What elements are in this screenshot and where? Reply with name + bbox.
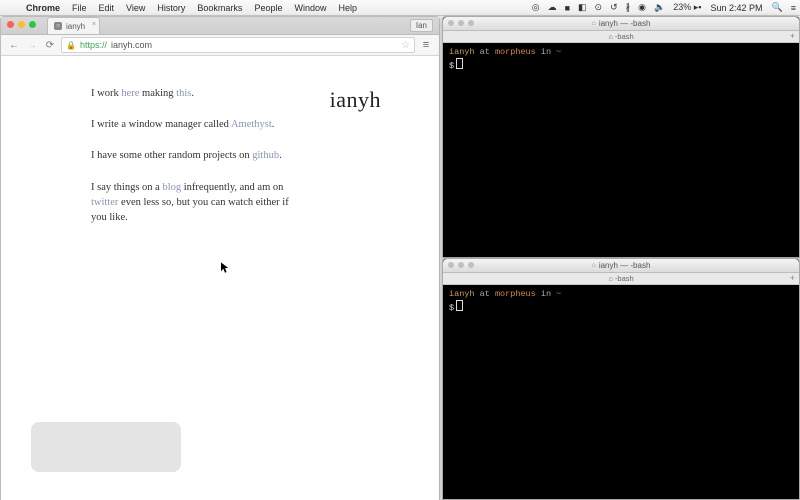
- keycast-overlay: [31, 422, 181, 472]
- status-icon[interactable]: ⊙: [591, 2, 607, 13]
- reload-button[interactable]: ⟳: [43, 40, 57, 51]
- window-minimize-button[interactable]: [458, 262, 464, 268]
- menu-extra-icon[interactable]: ≡: [787, 3, 800, 13]
- terminal-new-tab-button[interactable]: +: [790, 31, 795, 41]
- menu-bookmarks[interactable]: Bookmarks: [191, 3, 248, 13]
- home-folder-icon: ⌂: [592, 20, 596, 27]
- window-close-button[interactable]: [7, 21, 14, 28]
- window-traffic-lights: [448, 262, 474, 268]
- home-folder-icon: ⌂: [592, 262, 596, 269]
- link-blog[interactable]: blog: [162, 182, 181, 193]
- terminal-title-bar: ⌂ ianyh — -bash: [443, 17, 799, 31]
- window-zoom-button[interactable]: [468, 20, 474, 26]
- link-here[interactable]: here: [121, 88, 139, 99]
- back-button[interactable]: ←: [7, 40, 21, 51]
- terminal-body[interactable]: ianyh at morpheus in ~ $: [443, 285, 799, 318]
- site-logo: ianyh: [330, 84, 381, 116]
- url-host: ianyh.com: [111, 40, 152, 50]
- terminal-prompt-line: ianyh at morpheus in ~: [449, 289, 793, 300]
- terminal-input-line: $: [449, 300, 793, 314]
- intro-line-3: I have some other random projects on git…: [91, 148, 291, 163]
- battery-status[interactable]: 23% ▸▪: [669, 2, 705, 13]
- web-page-content: ianyh I work here making this. I write a…: [1, 56, 439, 500]
- menu-bar-clock[interactable]: Sun 2:42 PM: [705, 3, 767, 13]
- tab-favicon: ○: [54, 22, 62, 30]
- status-icon[interactable]: ↺: [606, 2, 622, 13]
- status-icon[interactable]: ◎: [528, 2, 544, 13]
- address-bar[interactable]: 🔒 https:// ianyh.com ☆: [61, 37, 415, 53]
- link-twitter[interactable]: twitter: [91, 197, 118, 208]
- forward-button[interactable]: →: [25, 40, 39, 51]
- status-icon[interactable]: ☁: [544, 2, 561, 13]
- link-github[interactable]: github: [252, 150, 279, 161]
- tab-title: ianyh: [66, 22, 85, 31]
- terminal-window-top: ⌂ ianyh — -bash ⌂ -bash + ianyh at morph…: [442, 16, 800, 258]
- intro-line-2: I write a window manager called Amethyst…: [91, 117, 291, 132]
- wifi-icon[interactable]: ◉: [634, 2, 650, 13]
- terminal-new-tab-button[interactable]: +: [790, 273, 795, 283]
- terminal-cursor: [456, 58, 463, 69]
- menu-view[interactable]: View: [120, 3, 151, 13]
- window-close-button[interactable]: [448, 262, 454, 268]
- window-zoom-button[interactable]: [468, 262, 474, 268]
- window-traffic-lights: [448, 20, 474, 26]
- terminal-tab-bar: ⌂ -bash +: [443, 31, 799, 43]
- volume-icon[interactable]: 🔈: [650, 2, 669, 13]
- terminal-tab[interactable]: ⌂ -bash: [608, 274, 633, 283]
- browser-tab[interactable]: ○ ianyh ×: [47, 17, 100, 34]
- terminal-input-line: $: [449, 58, 793, 72]
- menu-file[interactable]: File: [66, 3, 93, 13]
- chrome-tab-strip: ○ ianyh × Ian: [1, 17, 439, 34]
- lock-icon: 🔒: [66, 41, 76, 50]
- chrome-window: ○ ianyh × Ian ← → ⟳ 🔒 https:// ianyh.com …: [0, 16, 440, 500]
- menu-bar: Chrome File Edit View History Bookmarks …: [0, 0, 800, 16]
- window-traffic-lights: [7, 21, 36, 28]
- chrome-menu-button[interactable]: ≡: [419, 39, 433, 51]
- chrome-profile-button[interactable]: Ian: [410, 19, 433, 32]
- status-icon[interactable]: ■: [561, 3, 574, 13]
- terminal-title-bar: ⌂ ianyh — -bash: [443, 259, 799, 273]
- menu-window[interactable]: Window: [288, 3, 332, 13]
- terminal-title: ianyh — -bash: [599, 19, 651, 28]
- intro-line-1: I work here making this.: [91, 86, 291, 101]
- window-minimize-button[interactable]: [458, 20, 464, 26]
- terminal-cursor: [456, 300, 463, 311]
- intro-line-4: I say things on a blog infrequently, and…: [91, 180, 291, 226]
- window-close-button[interactable]: [448, 20, 454, 26]
- bluetooth-icon[interactable]: ∦: [622, 2, 635, 13]
- status-icon[interactable]: ◧: [574, 2, 591, 13]
- chrome-toolbar: ← → ⟳ 🔒 https:// ianyh.com ☆ ≡: [1, 34, 439, 56]
- terminal-prompt-line: ianyh at morpheus in ~: [449, 47, 793, 58]
- menu-help[interactable]: Help: [332, 3, 363, 13]
- url-scheme: https://: [80, 40, 107, 50]
- terminal-body[interactable]: ianyh at morpheus in ~ $: [443, 43, 799, 76]
- spotlight-icon[interactable]: 🔍: [768, 2, 787, 13]
- terminal-title: ianyh — -bash: [599, 261, 651, 270]
- menu-edit[interactable]: Edit: [93, 3, 121, 13]
- menu-people[interactable]: People: [248, 3, 288, 13]
- terminal-tab-bar: ⌂ -bash +: [443, 273, 799, 285]
- terminal-tab[interactable]: ⌂ -bash: [608, 32, 633, 41]
- window-minimize-button[interactable]: [18, 21, 25, 28]
- menubar-app-name[interactable]: Chrome: [20, 3, 66, 13]
- tab-close-icon[interactable]: ×: [92, 21, 96, 28]
- bookmark-star-icon[interactable]: ☆: [401, 40, 410, 51]
- link-this[interactable]: this: [176, 88, 191, 99]
- link-amethyst[interactable]: Amethyst: [231, 119, 272, 130]
- menu-history[interactable]: History: [151, 3, 191, 13]
- window-zoom-button[interactable]: [29, 21, 36, 28]
- terminal-window-bottom: ⌂ ianyh — -bash ⌂ -bash + ianyh at morph…: [442, 258, 800, 500]
